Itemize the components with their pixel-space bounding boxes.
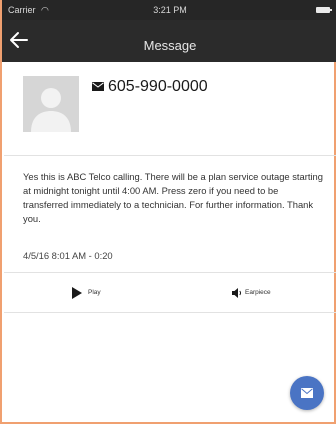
compose-message-button[interactable] (290, 376, 324, 410)
status-bar: Carrier ◠ 3:21 PM (2, 0, 336, 20)
message-timestamp: 4/5/16 8:01 AM - 0:20 (23, 250, 113, 261)
earpiece-label: Earpiece (245, 289, 271, 296)
status-time: 3:21 PM (153, 5, 187, 15)
earpiece-button[interactable]: Earpiece (231, 286, 291, 300)
speaker-icon (232, 288, 242, 298)
avatar-placeholder-icon (23, 76, 79, 132)
divider (4, 312, 336, 313)
play-label: Play (88, 289, 101, 296)
envelope-icon (301, 388, 313, 398)
app-frame: Carrier ◠ 3:21 PM Message 605-990-0000 Y… (0, 0, 336, 424)
envelope-icon (92, 82, 104, 91)
nav-bar: Message (2, 20, 336, 62)
page-title: Message (143, 38, 197, 53)
message-body: Yes this is ABC Telco calling. There wil… (23, 171, 323, 224)
battery-icon (316, 7, 332, 13)
divider (4, 272, 336, 273)
avatar (23, 76, 79, 132)
phone-number[interactable]: 605-990-0000 (108, 78, 208, 96)
divider (4, 155, 336, 156)
play-icon (72, 287, 82, 299)
